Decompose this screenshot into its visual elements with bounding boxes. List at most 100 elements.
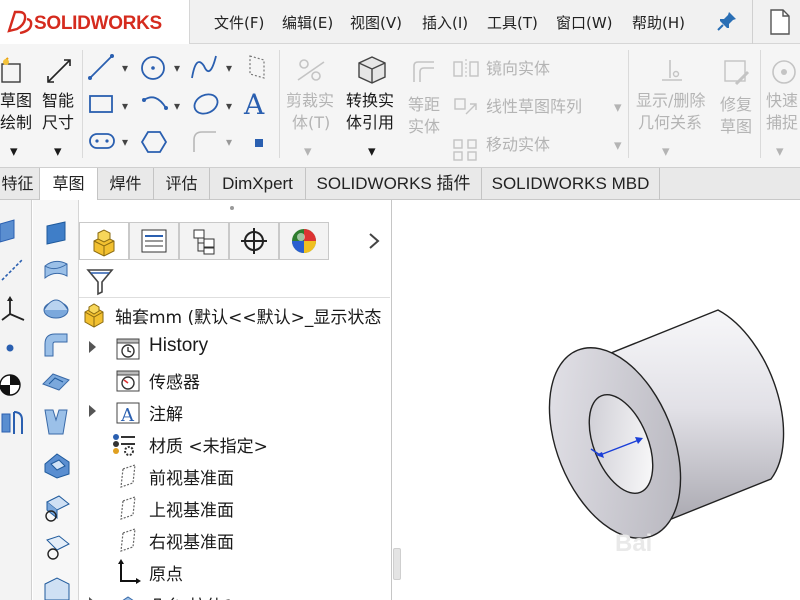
sketch-draw-label-1[interactable]: 草图	[0, 90, 32, 112]
filled-surface-icon[interactable]	[41, 450, 73, 480]
trim-label-1[interactable]: 剪裁实	[286, 90, 334, 112]
dropdown-arrow-icon[interactable]: ▾	[54, 140, 62, 162]
tab-dimxpert[interactable]: DimXpert	[210, 168, 306, 200]
show-relations-label-1[interactable]: 显示/删除	[636, 90, 705, 112]
swept-surface-icon[interactable]	[41, 330, 71, 360]
rectangle-icon[interactable]	[89, 95, 113, 113]
mirror-entities-label[interactable]: 镜向实体	[486, 58, 550, 80]
quick-snaps-label-1[interactable]: 快速	[766, 90, 798, 112]
menu-edit[interactable]: 编辑(E)	[282, 12, 333, 33]
move-entities-icon[interactable]	[452, 96, 480, 120]
show-relations-label-2[interactable]: 几何关系	[638, 112, 702, 134]
tab-display-manager[interactable]	[279, 222, 329, 260]
new-document-icon[interactable]	[768, 8, 792, 36]
dropdown-arrow-icon[interactable]: ▾	[776, 140, 784, 162]
arc-icon[interactable]	[142, 96, 168, 110]
dropdown-arrow-icon[interactable]: ▾	[614, 96, 622, 118]
menu-tools[interactable]: 工具(T)	[487, 12, 538, 33]
offset-label-2[interactable]: 实体	[408, 116, 440, 138]
convert-label-2[interactable]: 体引用	[346, 112, 394, 134]
tab-property-manager[interactable]	[129, 222, 179, 260]
revolved-surface-icon[interactable]	[41, 292, 71, 322]
display-relations-icon[interactable]	[658, 56, 686, 86]
tree-item-top-plane[interactable]: 上视基准面	[79, 491, 392, 523]
dropdown-arrow-icon[interactable]: ▾	[368, 140, 376, 162]
graphics-area[interactable]: Bai	[393, 200, 800, 600]
tab-solidworks-mbd[interactable]: SOLIDWORKS MBD	[482, 168, 660, 200]
offset-surface-icon[interactable]	[41, 492, 73, 524]
filter-icon[interactable]	[85, 266, 115, 296]
expand-arrow-icon[interactable]	[89, 341, 96, 353]
quick-snaps-icon[interactable]	[770, 58, 798, 86]
repair-sketch-label-1[interactable]: 修复	[720, 94, 752, 116]
offset-entities-icon[interactable]	[410, 58, 440, 86]
panel-grip-handle[interactable]	[230, 206, 234, 210]
menu-view[interactable]: 视图(V)	[350, 12, 402, 33]
lofted-surface-icon[interactable]	[41, 368, 71, 396]
point-icon[interactable]	[2, 340, 18, 356]
tab-configuration-manager[interactable]	[179, 222, 229, 260]
dropdown-arrow-icon[interactable]: ▾	[662, 140, 670, 162]
sketch-icon[interactable]	[0, 56, 28, 86]
solidworks-logo[interactable]: SOLIDWORKS	[0, 0, 190, 44]
dropdown-arrow-icon[interactable]: ▾	[10, 140, 18, 162]
repair-sketch-icon[interactable]	[722, 58, 752, 88]
bushing-model[interactable]	[393, 200, 800, 600]
smart-dimension-icon[interactable]	[44, 56, 74, 86]
mate-reference-icon[interactable]	[0, 408, 26, 438]
spline-icon[interactable]	[191, 55, 217, 79]
tab-weldments[interactable]: 焊件	[98, 168, 154, 200]
menu-window[interactable]: 窗口(W)	[556, 12, 613, 33]
tree-item-boss-extrude[interactable]: 凸台-拉伸1	[79, 587, 392, 600]
tree-item-sensors[interactable]: 传感器	[79, 363, 392, 395]
point-icon[interactable]	[255, 139, 263, 147]
boundary-surface-icon[interactable]	[41, 406, 71, 436]
tree-item-front-plane[interactable]: 前视基准面	[79, 459, 392, 491]
trim-label-2[interactable]: 体(T)	[292, 112, 330, 134]
menu-insert[interactable]: 插入(I)	[422, 12, 468, 33]
pin-icon[interactable]	[716, 10, 738, 32]
fillet-icon[interactable]	[193, 131, 216, 152]
menu-file[interactable]: 文件(F)	[214, 12, 264, 33]
expand-arrow-icon[interactable]	[89, 405, 96, 417]
mirror-entities-icon[interactable]	[452, 58, 480, 80]
tab-evaluate[interactable]: 评估	[154, 168, 210, 200]
circle-icon[interactable]	[141, 56, 165, 80]
menu-help[interactable]: 帮助(H)	[632, 12, 685, 33]
grid-dots-icon[interactable]	[249, 55, 265, 79]
tree-item-annotations[interactable]: A 注解	[79, 395, 392, 427]
trim-icon[interactable]	[294, 56, 328, 86]
text-tool-icon[interactable]: A	[244, 90, 264, 120]
tab-features[interactable]: 特征	[0, 168, 40, 200]
coordinate-axes-icon[interactable]	[0, 294, 26, 324]
dropdown-arrow-icon[interactable]: ▾	[304, 140, 312, 162]
quick-snaps-label-2[interactable]: 捕捉	[766, 112, 798, 134]
offset-label-1[interactable]: 等距	[408, 94, 440, 116]
sketch-line-icon[interactable]	[0, 256, 26, 282]
ruled-surface-icon[interactable]	[41, 532, 73, 562]
tree-item-right-plane[interactable]: 右视基准面	[79, 523, 392, 555]
smart-dimension-label-2[interactable]: 尺寸	[42, 112, 74, 134]
tree-item-history[interactable]: History	[79, 331, 392, 363]
center-of-mass-icon[interactable]	[0, 372, 24, 398]
smart-dimension-label-1[interactable]: 智能	[42, 90, 74, 112]
move-entities-label[interactable]: 移动实体	[486, 134, 550, 156]
extruded-surface-icon[interactable]	[41, 256, 71, 284]
dropdown-arrow-icon[interactable]: ▾	[614, 134, 622, 156]
convert-label-1[interactable]: 转换实	[346, 90, 394, 112]
tab-solidworks-addins[interactable]: SOLIDWORKS 插件	[306, 168, 482, 200]
knit-surface-icon[interactable]	[41, 574, 73, 600]
tab-feature-manager[interactable]	[79, 222, 129, 260]
view-orientation-icon[interactable]	[0, 218, 22, 244]
repair-sketch-label-2[interactable]: 草图	[720, 116, 752, 138]
linear-pattern-label[interactable]: 线性草图阵列	[486, 96, 582, 118]
planar-surface-icon[interactable]	[43, 220, 69, 246]
chevron-right-icon[interactable]	[367, 232, 381, 250]
tree-item-material[interactable]: 材质 <未指定>	[79, 427, 392, 459]
bushing-body[interactable]	[524, 309, 785, 557]
ellipse-icon[interactable]	[191, 91, 220, 117]
sketch-draw-label-2[interactable]: 绘制	[0, 112, 32, 134]
convert-entities-icon[interactable]	[356, 54, 388, 86]
slot-icon[interactable]	[89, 133, 115, 149]
line-icon[interactable]	[88, 54, 114, 80]
